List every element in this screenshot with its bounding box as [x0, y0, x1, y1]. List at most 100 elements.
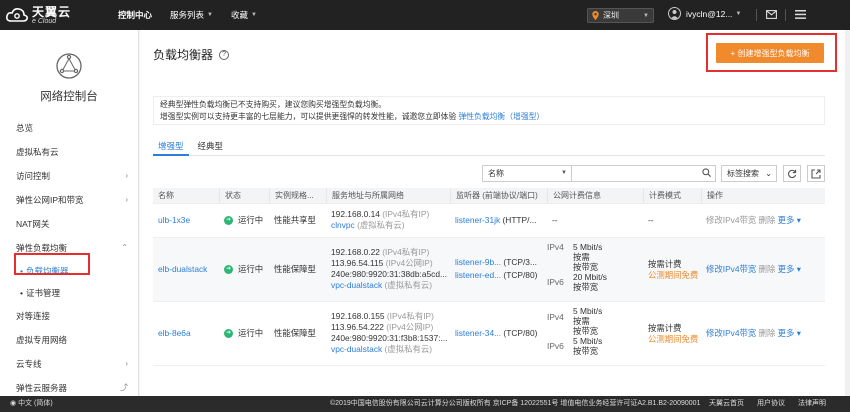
- more-button[interactable]: 更多 ▾: [778, 215, 801, 225]
- sidebar-item-label: 虚拟专用网络: [16, 335, 68, 345]
- listener-link[interactable]: listener-ed...: [455, 270, 501, 280]
- delete-button[interactable]: 删除: [759, 264, 776, 274]
- sidebar-item-vpn[interactable]: 虚拟专用网络: [0, 328, 138, 352]
- sidebar-item-certificates[interactable]: • 证书管理: [0, 282, 138, 304]
- sidebar-item-label: 弹性云服务器: [16, 383, 68, 393]
- sidebar-item-nat[interactable]: NAT网关: [0, 212, 138, 236]
- sidebar-item-peering[interactable]: 对等连接: [0, 304, 138, 328]
- export-button[interactable]: [807, 165, 825, 182]
- notice-line: 增强型实例可以支持更丰富的七层能力，可以提供更强悍的转发性能，诚邀您立即体验 弹…: [160, 111, 818, 123]
- vpc-link[interactable]: clnvpc: [331, 220, 355, 230]
- user-menu[interactable]: ivycln@12... ▼: [668, 7, 741, 20]
- logo-sub-text: e Cloud: [32, 17, 57, 25]
- sidebar: 网络控制台 总览 虚拟私有云 访问控制 › 弹性公网IP和带宽 › NAT网关 弹性…: [0, 30, 139, 396]
- mail-icon[interactable]: [766, 10, 777, 19]
- col-header[interactable]: 操作: [701, 188, 825, 203]
- nav-service-list[interactable]: 服务列表 ▼: [170, 9, 213, 21]
- nav-label: 收藏: [230, 10, 248, 20]
- language-selector[interactable]: ◉ 中文 (简体): [10, 396, 53, 412]
- sidebar-item-label: 弹性公网IP和带宽: [16, 195, 84, 205]
- status-text: 运行中: [238, 215, 264, 225]
- more-button[interactable]: 更多 ▾: [778, 328, 801, 338]
- lb-name-link[interactable]: elb-dualstack: [158, 264, 207, 274]
- sidebar-item-access-control[interactable]: 访问控制 ›: [0, 164, 138, 188]
- sidebar-item-label: 云专线: [16, 359, 42, 369]
- sidebar-item-label: NAT网关: [16, 219, 50, 229]
- caret-down-icon: ▼: [643, 12, 649, 19]
- search-icon[interactable]: [697, 168, 715, 179]
- modify-bandwidth-button[interactable]: 修改IPv4带宽: [706, 328, 756, 338]
- ip-address: 240e:980:9920:31:f3b8:1537:...: [331, 333, 448, 343]
- ip-note: (IPv4私有IP): [382, 247, 430, 257]
- filter-field-select[interactable]: 名称 ▼: [483, 166, 572, 181]
- footer-link-home[interactable]: 天翼云首页: [709, 396, 744, 412]
- caret-down-icon: ▼: [735, 10, 742, 17]
- footer-link-legal[interactable]: 法律声明: [798, 396, 826, 412]
- listener-link[interactable]: listener-9b...: [455, 257, 501, 267]
- tab-enhanced[interactable]: 增强型: [153, 138, 189, 156]
- chevron-right-icon: ›: [125, 171, 128, 180]
- copyright-text: ©2019中国电信股份有限公司云计算分公司版权所有 京ICP备 12022551…: [330, 400, 701, 407]
- ip-note: (IPv4私有IP): [386, 311, 434, 321]
- running-status-icon: ➜: [224, 265, 233, 274]
- listener-link[interactable]: listener-34...: [455, 328, 501, 338]
- listener-link[interactable]: listener-31jk: [455, 215, 500, 225]
- sidebar-item-label: 对等连接: [16, 311, 51, 321]
- col-header[interactable]: 服务地址与所属网络: [326, 188, 450, 203]
- col-header[interactable]: 计费模式: [643, 188, 701, 203]
- footer-link-agreement[interactable]: 用户协议: [757, 396, 785, 412]
- modify-bandwidth-button[interactable]: 修改IPv4带宽: [706, 215, 756, 225]
- nav-label: 服务列表: [170, 10, 205, 20]
- ip-address: 192.168.0.14: [331, 209, 380, 219]
- delete-button[interactable]: 删除: [759, 215, 776, 225]
- sidebar-item-overview[interactable]: 总览: [0, 116, 138, 140]
- nav-control-center[interactable]: 控制中心: [118, 9, 152, 21]
- sidebar-item-eip[interactable]: 弹性公网IP和带宽 ›: [0, 188, 138, 212]
- scrollbar[interactable]: [845, 30, 850, 396]
- vpc-link[interactable]: vpc-dualstack: [331, 344, 382, 354]
- sidebar-header: 网络控制台: [0, 30, 138, 116]
- help-icon[interactable]: ?: [219, 49, 230, 60]
- sidebar-item-vpc[interactable]: 虚拟私有云: [0, 140, 138, 164]
- col-header[interactable]: 状态: [219, 188, 269, 203]
- caret-down-icon: ▼: [251, 12, 257, 18]
- vpc-link[interactable]: vpc-dualstack: [331, 280, 382, 290]
- table-row: elb-8e6a ➜ 运行中 性能保障型 192.168.0.155 (IPv4私…: [153, 302, 825, 366]
- menu-icon[interactable]: [795, 10, 806, 19]
- col-header[interactable]: 名称: [153, 188, 219, 203]
- billing-empty: --: [648, 215, 654, 225]
- col-header[interactable]: 监听器 (前端协议/端口): [450, 188, 547, 203]
- ip-address: 113.96.54.222: [331, 322, 384, 332]
- tab-classic[interactable]: 经典型: [193, 138, 229, 156]
- region-selector[interactable]: 深圳 ▼: [587, 8, 654, 23]
- col-header[interactable]: 实例规格...: [269, 188, 326, 203]
- more-button[interactable]: 更多 ▾: [778, 264, 801, 274]
- lb-name-link[interactable]: ulb-1x3e: [158, 215, 190, 225]
- sidebar-item-label: 总览: [16, 123, 34, 133]
- delete-button[interactable]: 删除: [759, 328, 776, 338]
- sidebar-item-label: 证书管理: [26, 288, 61, 298]
- col-header[interactable]: 公网计费信息: [547, 188, 643, 203]
- sidebar-item-direct-connect[interactable]: 云专线 ›: [0, 352, 138, 376]
- sidebar-item-label: 访问控制: [16, 171, 51, 181]
- refresh-button[interactable]: [783, 165, 801, 182]
- vpc-note: (虚拟私有云): [384, 344, 432, 354]
- listener-proto: (HTTP/...: [502, 215, 537, 225]
- lb-name-link[interactable]: elb-8e6a: [158, 328, 191, 338]
- page-title: 负载均衡器?: [153, 46, 230, 63]
- ip-address: 240e:980:9920:31:38db:a5cd...: [331, 269, 447, 279]
- tag-search-button[interactable]: 标签搜索 ⌄: [721, 165, 777, 182]
- search-input[interactable]: [572, 166, 697, 181]
- nav-favorites[interactable]: 收藏 ▼: [231, 9, 257, 21]
- load-balancer-table: 名称 状态 实例规格... 服务地址与所属网络 监听器 (前端协议/端口) 公网…: [153, 188, 825, 366]
- caret-down-icon: ▼: [207, 12, 213, 18]
- table-header: 名称 状态 实例规格... 服务地址与所属网络 监听器 (前端协议/端口) 公网…: [153, 188, 825, 204]
- bandwidth-mode: 按带宽: [573, 346, 599, 356]
- chevron-up-icon: ⌃: [121, 243, 128, 252]
- notice-link[interactable]: 弹性负载均衡（增强型）: [458, 112, 544, 121]
- username: ivycln@12...: [686, 8, 733, 19]
- listener-proto: (TCP/80): [503, 270, 538, 280]
- logo[interactable]: 天翼云 e Cloud: [0, 6, 118, 25]
- modify-bandwidth-button[interactable]: 修改IPv4带宽: [706, 264, 756, 274]
- ip-note: (IPv4公网IP): [385, 258, 433, 268]
